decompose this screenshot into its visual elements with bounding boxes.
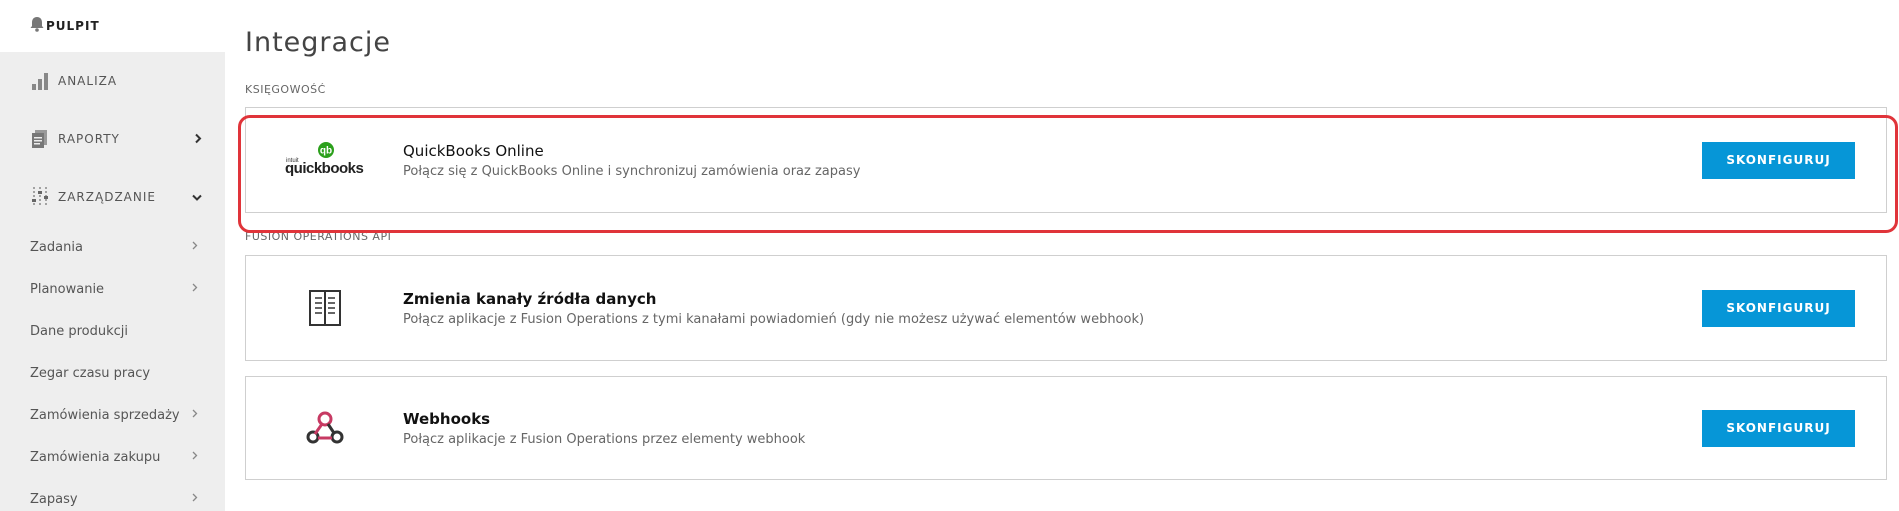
sidebar-item-zamowienia-zakupu[interactable]: Zamówienia zakupu: [0, 436, 225, 478]
sub-item-label: Planowanie: [30, 281, 105, 297]
section-label-ksiegowosc: KSIĘGOWOŚĆ: [245, 83, 326, 96]
sidebar-item-zamowienia-sprzedazy[interactable]: Zamówienia sprzedaży: [0, 394, 225, 436]
chevron-down-icon: [191, 188, 203, 207]
sidebar-item-zapasy[interactable]: Zapasy: [0, 478, 225, 511]
bell-icon: [28, 15, 46, 37]
sidebar-item-planowanie[interactable]: Planowanie: [0, 268, 225, 310]
quickbooks-wordmark: quickbooks: [285, 160, 364, 177]
integration-card-webhooks: Webhooks Połącz aplikacje z Fusion Opera…: [245, 376, 1887, 480]
page-title: Integracje: [245, 27, 392, 58]
main-content: Integracje KSIĘGOWOŚĆ qb intuit quickboo…: [225, 0, 1899, 511]
card-text: QuickBooks Online Połącz się z QuickBook…: [403, 142, 1702, 179]
sub-item-label: Zamówienia sprzedaży: [30, 407, 180, 423]
chevron-right-icon: [191, 240, 199, 255]
chevron-right-icon: [191, 408, 199, 423]
sub-item-label: Zamówienia zakupu: [30, 449, 161, 465]
configure-data-feeds-button[interactable]: SKONFIGURUJ: [1702, 289, 1855, 327]
chevron-right-icon: [193, 130, 203, 149]
sub-item-label: Dane produkcji: [30, 323, 129, 339]
sub-item-label: Zegar czasu pracy: [30, 365, 151, 381]
configure-quickbooks-button[interactable]: SKONFIGURUJ: [1702, 141, 1855, 179]
quickbooks-badge: qb: [319, 146, 331, 157]
card-title: QuickBooks Online: [403, 141, 544, 160]
sub-item-label: Zadania: [30, 239, 83, 255]
card-description: Połącz aplikacje z Fusion Operations z t…: [403, 311, 1145, 327]
card-description: Połącz się z QuickBooks Online i synchro…: [403, 163, 861, 179]
integration-card-quickbooks: qb intuit quickbooks QuickBooks Online P…: [245, 107, 1887, 213]
nav-item-raporty[interactable]: RAPORTY: [0, 110, 225, 168]
quickbooks-logo: qb intuit quickbooks: [246, 140, 403, 180]
book-icon: [246, 288, 403, 328]
card-title: Webhooks: [403, 409, 491, 428]
sub-item-label: Zapasy: [30, 491, 78, 507]
sidebar-item-zegar-czasu-pracy[interactable]: Zegar czasu pracy: [0, 352, 225, 394]
bar-chart-icon: [28, 69, 52, 93]
nav-item-zarzadzanie[interactable]: ZARZĄDZANIE: [0, 168, 225, 226]
nav-item-pulpit[interactable]: PULPIT: [0, 0, 225, 52]
card-text: Webhooks Połącz aplikacje z Fusion Opera…: [403, 410, 1702, 447]
sidebar: PULPIT ANALIZA RAPORTY ZARZĄDZANIE Zadan…: [0, 0, 225, 511]
nav-label: ANALIZA: [58, 74, 118, 88]
nav-label: PULPIT: [46, 19, 100, 33]
nav-label: RAPORTY: [58, 132, 120, 146]
sliders-icon: [28, 185, 52, 209]
integration-card-data-feeds: Zmienia kanały źródła danych Połącz apli…: [245, 255, 1887, 361]
card-text: Zmienia kanały źródła danych Połącz apli…: [403, 290, 1702, 327]
chevron-right-icon: [191, 282, 199, 297]
chevron-right-icon: [191, 492, 199, 507]
sidebar-item-zadania[interactable]: Zadania: [0, 226, 225, 268]
card-description: Połącz aplikacje z Fusion Operations prz…: [403, 431, 806, 447]
nav-label: ZARZĄDZANIE: [58, 190, 156, 204]
webhook-icon: [246, 410, 403, 446]
section-label-fusion-operations-api: FUSION OPERATIONS API: [245, 230, 392, 243]
sidebar-item-dane-produkcji[interactable]: Dane produkcji: [0, 310, 225, 352]
nav-item-analiza[interactable]: ANALIZA: [0, 52, 225, 110]
card-title: Zmienia kanały źródła danych: [403, 289, 657, 308]
report-icon: [28, 127, 52, 151]
chevron-right-icon: [191, 450, 199, 465]
configure-webhooks-button[interactable]: SKONFIGURUJ: [1702, 409, 1855, 447]
